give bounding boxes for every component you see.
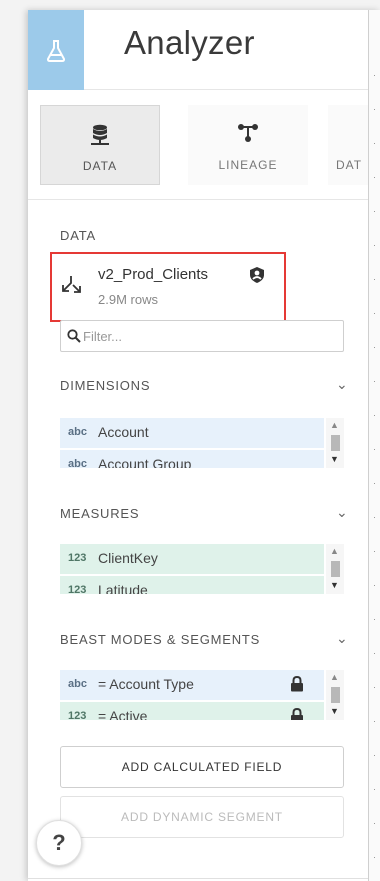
- edge-tick: ·: [373, 818, 376, 828]
- list-item[interactable]: abc Account Group: [60, 450, 324, 468]
- scroll-down-icon[interactable]: ▼: [330, 580, 339, 590]
- lineage-icon: [238, 124, 258, 142]
- tab-partial-label: DAT: [336, 158, 363, 172]
- database-icon: [91, 124, 109, 145]
- help-button[interactable]: ?: [36, 820, 82, 866]
- header: Analyzer: [28, 10, 380, 90]
- type-text-icon: abc: [68, 426, 87, 438]
- scroll-down-icon[interactable]: ▼: [330, 706, 339, 716]
- dimensions-scrollbar[interactable]: ▲ ▼: [326, 418, 344, 468]
- filter-box[interactable]: [60, 320, 344, 352]
- edge-tick: ·: [373, 784, 376, 794]
- edge-tick: ·: [373, 614, 376, 624]
- dataset-name: v2_Prod_Clients: [98, 266, 209, 283]
- certified-shield-icon: [250, 267, 264, 283]
- edge-tick: ·: [373, 206, 376, 216]
- edge-tick: ·: [373, 172, 376, 182]
- measures-list: 123 ClientKey 123 Latitude ▲ ▼: [60, 544, 344, 594]
- edge-tick: ·: [373, 138, 376, 148]
- edge-tick: ·: [373, 716, 376, 726]
- edge-tick: ·: [373, 104, 376, 114]
- app-frame: Analyzer DATA LINEAGE DAT DATA v2_Prod_C…: [0, 0, 380, 881]
- tab-data-label: DATA: [82, 159, 118, 173]
- edge-tick: ·: [373, 376, 376, 386]
- scroll-up-icon[interactable]: ▲: [330, 672, 339, 682]
- scroll-thumb[interactable]: [331, 435, 340, 451]
- edge-tick: ·: [373, 274, 376, 284]
- type-number-icon: 123: [68, 710, 87, 720]
- edge-tick: ·: [373, 444, 376, 454]
- type-number-icon: 123: [68, 584, 87, 594]
- edge-tick: ·: [373, 308, 376, 318]
- add-dynamic-segment-button[interactable]: ADD DYNAMIC SEGMENT: [60, 796, 344, 838]
- beast-modes-scrollbar[interactable]: ▲ ▼: [326, 670, 344, 720]
- tab-lineage[interactable]: LINEAGE: [188, 105, 308, 185]
- search-icon: [67, 329, 81, 343]
- scroll-thumb[interactable]: [331, 561, 340, 577]
- dimensions-heading: DIMENSIONS: [60, 378, 151, 393]
- field-name: Account Group: [98, 456, 192, 468]
- beast-modes-heading: BEAST MODES & SEGMENTS: [60, 632, 261, 647]
- dimensions-list: abc Account abc Account Group ▲ ▼: [60, 418, 344, 468]
- field-name: Account: [98, 424, 149, 440]
- tab-data[interactable]: DATA: [40, 105, 160, 185]
- edge-tick: ·: [373, 546, 376, 556]
- measures-scrollbar[interactable]: ▲ ▼: [326, 544, 344, 594]
- data-heading: DATA: [60, 228, 96, 243]
- scroll-up-icon[interactable]: ▲: [330, 546, 339, 556]
- edge-tick: ·: [373, 682, 376, 692]
- edge-tick: ·: [373, 750, 376, 760]
- dataset-card[interactable]: v2_Prod_Clients 2.9M rows: [50, 252, 286, 322]
- field-name: = Account Type: [98, 676, 194, 692]
- edge-tick: ·: [373, 512, 376, 522]
- field-name: = Active: [98, 708, 148, 720]
- edge-tick: ·: [373, 342, 376, 352]
- field-name: ClientKey: [98, 550, 158, 566]
- flask-icon: [46, 40, 66, 62]
- beast-modes-list: abc = Account Type 123 = Active ▲ ▼: [60, 670, 344, 720]
- lock-icon: [291, 676, 303, 692]
- add-calculated-field-button[interactable]: ADD CALCULATED FIELD: [60, 746, 344, 788]
- field-name: Latitude: [98, 582, 148, 594]
- tab-partial[interactable]: DAT: [328, 105, 368, 185]
- dataset-row-count: 2.9M rows: [98, 292, 158, 307]
- adjacent-panel-edge: · · · · · · · · · · · · · · · · · · · · · · · ·: [368, 10, 380, 881]
- edge-tick: ·: [373, 240, 376, 250]
- measures-heading: MEASURES: [60, 506, 140, 521]
- divider: [28, 878, 368, 879]
- type-text-icon: abc: [68, 678, 87, 690]
- dataset-merge-icon: [62, 276, 81, 293]
- list-item[interactable]: abc = Account Type: [60, 670, 324, 700]
- dimensions-chevron-down-icon[interactable]: ⌄: [336, 376, 348, 393]
- app-title: Analyzer: [124, 24, 255, 61]
- scroll-down-icon[interactable]: ▼: [330, 454, 339, 464]
- tab-bar: DATA LINEAGE DAT: [28, 90, 368, 200]
- list-item[interactable]: 123 = Active: [60, 702, 324, 720]
- list-item[interactable]: abc Account: [60, 418, 324, 448]
- logo-box[interactable]: [28, 10, 84, 90]
- analyzer-panel: Analyzer DATA LINEAGE DAT DATA v2_Prod_C…: [28, 10, 380, 881]
- scroll-thumb[interactable]: [331, 687, 340, 703]
- scroll-up-icon[interactable]: ▲: [330, 420, 339, 430]
- edge-tick: ·: [373, 478, 376, 488]
- list-item[interactable]: 123 Latitude: [60, 576, 324, 594]
- edge-tick: ·: [373, 70, 376, 80]
- measures-chevron-down-icon[interactable]: ⌄: [336, 504, 348, 521]
- filter-input[interactable]: [83, 326, 333, 346]
- edge-tick: ·: [373, 852, 376, 862]
- beast-modes-chevron-down-icon[interactable]: ⌄: [336, 630, 348, 647]
- edge-tick: ·: [373, 648, 376, 658]
- lock-icon: [291, 708, 303, 720]
- type-number-icon: 123: [68, 552, 87, 564]
- type-text-icon: abc: [68, 458, 87, 468]
- edge-tick: ·: [373, 580, 376, 590]
- edge-tick: ·: [373, 410, 376, 420]
- tab-lineage-label: LINEAGE: [218, 158, 278, 172]
- list-item[interactable]: 123 ClientKey: [60, 544, 324, 574]
